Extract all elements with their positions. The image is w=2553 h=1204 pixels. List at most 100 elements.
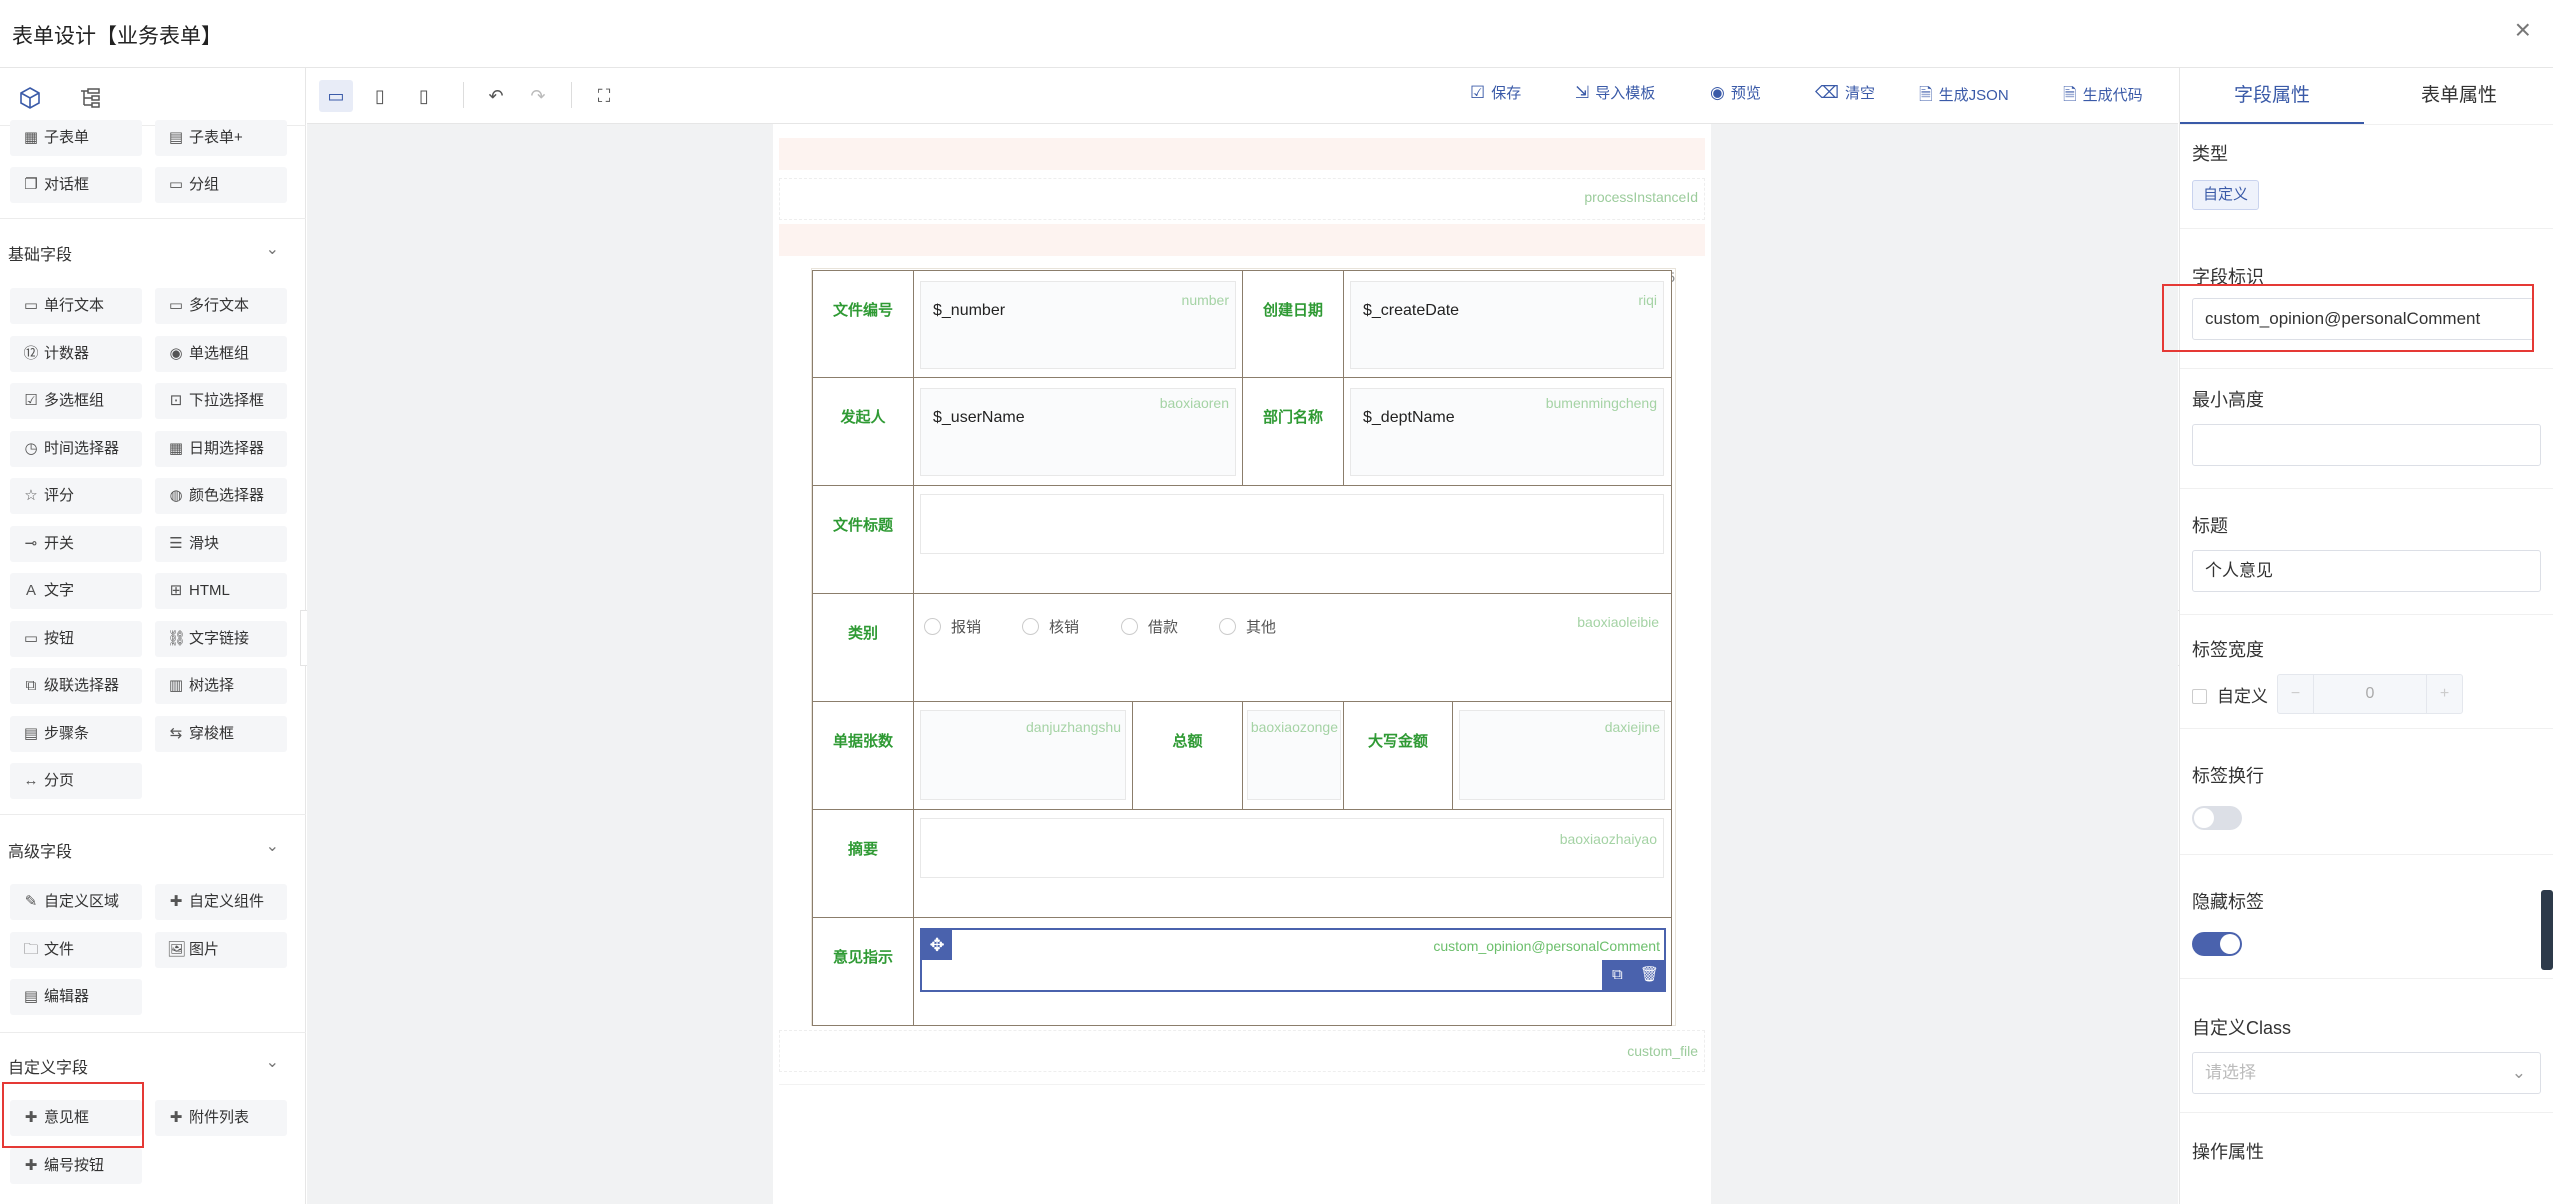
tablet-view-icon[interactable]: ▯ — [363, 80, 397, 112]
label-create-date: 创建日期 — [1262, 302, 1323, 319]
scroll-indicator[interactable] — [2541, 890, 2553, 970]
comp-item[interactable]: ⇆ 穿梭框 — [155, 715, 287, 752]
file-title-field[interactable] — [920, 494, 1664, 554]
comp-item[interactable]: ▤ 编辑器 — [10, 979, 142, 1015]
comp-item[interactable]: ▭ 按钮 — [10, 620, 142, 657]
comp-item[interactable]: ⊸ 开关 — [10, 525, 142, 562]
cell-category: 报销 核销 借款 其他 baoxiaoleibie — [913, 593, 1672, 702]
section-advanced-title[interactable]: 高级字段 — [8, 838, 72, 862]
comp-item[interactable]: ⛓ 文字链接 — [155, 620, 287, 657]
generate-code-button[interactable]: 🗎 生成代码 — [2063, 82, 2143, 111]
hide-label-toggle[interactable] — [2192, 932, 2242, 956]
custom-width-checkbox[interactable]: 自定义 — [2192, 682, 2268, 707]
create-date-field[interactable]: $_createDate riqi — [1350, 281, 1664, 369]
doc-count-field[interactable]: danjuzhangshu — [920, 710, 1126, 800]
label-width-stepper[interactable]: − 0 + — [2277, 674, 2463, 714]
doc-count-hint: danjuzhangshu — [1026, 719, 1121, 735]
clear-button[interactable]: ⌫ 清空 — [1815, 82, 1875, 103]
save-button[interactable]: ☑ 保存 — [1470, 82, 1521, 103]
min-height-input[interactable] — [2192, 424, 2541, 466]
opinion-field-selected[interactable]: ✥ custom_opinion@personalComment ⧉ 🗑 — [920, 928, 1666, 992]
file-no-field[interactable]: $_number number — [920, 281, 1236, 369]
comp-item[interactable]: ✚ 编号按钮 — [10, 1147, 142, 1184]
divider — [2180, 978, 2553, 979]
preview-button[interactable]: ◉ 预览 — [1710, 82, 1761, 103]
divider — [2180, 614, 2553, 615]
import-label: 导入模板 — [1595, 85, 1656, 102]
radio-option-4[interactable]: 其他 — [1219, 616, 1276, 637]
title-input[interactable]: 个人意见 — [2192, 550, 2541, 592]
comp-subform-plus[interactable]: ▤ 子表单+ — [155, 120, 287, 156]
chevron-down-icon[interactable]: ⌄ — [266, 836, 279, 856]
comp-item[interactable]: ⧉ 级联选择器 — [10, 668, 142, 704]
component-cube-icon[interactable] — [18, 86, 42, 110]
highlight-field-id — [2162, 284, 2534, 352]
comp-item[interactable]: ▭ 多行文本 — [155, 288, 287, 324]
comp-item[interactable]: ◉ 单选框组 — [155, 335, 287, 372]
close-icon[interactable]: × — [2515, 16, 2531, 44]
tab-field-props[interactable]: 字段属性 — [2180, 68, 2364, 124]
outline-tree-icon[interactable] — [78, 86, 102, 110]
comp-item[interactable]: ☆ 评分 — [10, 478, 142, 514]
radio-option-3[interactable]: 借款 — [1121, 616, 1178, 637]
comp-item[interactable]: 🗀 文件 — [10, 931, 142, 968]
decrement-icon[interactable]: − — [2278, 675, 2314, 713]
redo-icon[interactable]: ↷ — [521, 80, 555, 112]
comp-item[interactable]: 🖼 图片 — [155, 931, 287, 968]
generate-json-button[interactable]: 🗎 生成JSON — [1919, 82, 2009, 111]
tab-form-props[interactable]: 表单属性 — [2364, 68, 2553, 124]
summary-field[interactable]: baoxiaozhaiyao — [920, 818, 1664, 878]
comp-item[interactable]: ◷ 时间选择器 — [10, 430, 142, 467]
capital-amount-field[interactable]: daxiejine — [1459, 710, 1665, 800]
process-instance-field[interactable]: processInstanceId — [779, 178, 1705, 220]
comp-item[interactable]: ✚ 附件列表 — [155, 1100, 287, 1136]
chevron-down-icon[interactable]: ⌄ — [266, 239, 279, 259]
dept-field[interactable]: $_deptName bumenmingcheng — [1350, 388, 1664, 476]
comp-item[interactable]: ⊞ HTML — [155, 573, 287, 609]
comp-group[interactable]: ▭ 分组 — [155, 167, 287, 203]
comp-item[interactable]: ☰ 滑块 — [155, 525, 287, 562]
increment-icon[interactable]: + — [2426, 675, 2462, 713]
custom-class-select[interactable]: 请选择 ⌄ — [2192, 1052, 2541, 1094]
total-field[interactable]: baoxiaozonge — [1247, 710, 1341, 800]
radio-label: 借款 — [1148, 619, 1179, 636]
comp-item[interactable]: ✎ 自定义区域 — [10, 884, 142, 920]
comp-item[interactable]: ⊡ 下拉选择框 — [155, 383, 287, 419]
section-custom-title[interactable]: 自定义字段 — [8, 1054, 88, 1078]
comp-item[interactable]: ↔ 分页 — [10, 763, 142, 799]
comp-dialog[interactable]: ❐ 对话框 — [10, 167, 142, 203]
comp-label: 文件 — [44, 940, 75, 958]
comp-item[interactable]: ☑ 多选框组 — [10, 383, 142, 419]
comp-item[interactable]: ▤ 步骤条 — [10, 715, 142, 752]
radio-option-1[interactable]: 报销 — [924, 616, 981, 637]
mobile-view-icon[interactable]: ▯ — [407, 80, 441, 112]
comp-item[interactable]: ▥ 树选择 — [155, 668, 287, 704]
label-wrap-toggle[interactable] — [2192, 806, 2242, 830]
comp-item[interactable]: ◍ 颜色选择器 — [155, 478, 287, 514]
drag-move-icon[interactable]: ✥ — [922, 930, 952, 960]
comp-item[interactable]: ✚ 自定义组件 — [155, 884, 287, 920]
component-icon: ⊞ — [169, 582, 183, 599]
initiator-hint: baoxiaoren — [1159, 395, 1229, 411]
desktop-view-icon[interactable]: ▭ — [319, 80, 353, 112]
comp-label: 颜色选择器 — [189, 487, 265, 504]
label-file-no: 文件编号 — [832, 302, 893, 319]
section-basic-title[interactable]: 基础字段 — [8, 241, 72, 265]
custom-file-field[interactable]: custom_file — [779, 1030, 1705, 1072]
component-icon: ⧉ — [25, 677, 37, 694]
delete-icon[interactable]: 🗑 — [1640, 960, 1659, 990]
fullscreen-icon[interactable]: ⛶ — [587, 80, 621, 112]
undo-icon[interactable]: ↶ — [479, 80, 513, 112]
chevron-down-icon[interactable]: ⌄ — [266, 1052, 279, 1072]
divider — [2180, 228, 2553, 229]
comp-item[interactable]: ▦ 日期选择器 — [155, 430, 287, 467]
initiator-field[interactable]: $_userName baoxiaoren — [920, 388, 1236, 476]
comp-item[interactable]: A 文字 — [10, 573, 142, 609]
comp-item[interactable]: ⑫ 计数器 — [10, 335, 142, 372]
copy-icon[interactable]: ⧉ — [1612, 960, 1623, 990]
radio-option-2[interactable]: 核销 — [1022, 616, 1079, 637]
cell-label-initiator: 发起人 — [812, 377, 914, 486]
import-template-button[interactable]: ⇲ 导入模板 — [1575, 82, 1655, 103]
comp-item[interactable]: ▭ 单行文本 — [10, 288, 142, 324]
comp-subform[interactable]: ▦ 子表单 — [10, 120, 142, 156]
